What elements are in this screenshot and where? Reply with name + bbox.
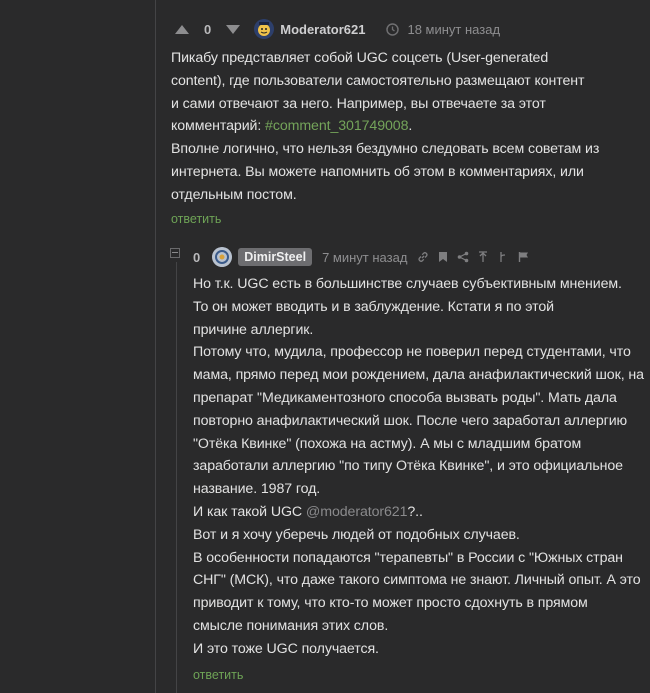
reply-button[interactable]: ответить xyxy=(193,668,243,682)
comment-line: интернета. Вы можете напомнить об этом в… xyxy=(171,163,584,180)
comment-line: То он может вводить и в заблуждение. Кст… xyxy=(193,298,554,315)
vote-down-button[interactable] xyxy=(222,18,244,40)
comment-rating: 0 xyxy=(193,249,201,265)
comment-author[interactable]: Moderator621 xyxy=(280,22,365,37)
comment-line: Пикабу представляет собой UGC соцсеть (U… xyxy=(171,50,549,66)
comment-rating: 0 xyxy=(204,21,212,37)
avatar[interactable] xyxy=(212,247,233,267)
comment-header: 0 Moderator621 18 минут назад xyxy=(171,17,500,41)
comment-line: Вполне логично, что нельзя бездумно след… xyxy=(171,141,600,158)
comment-time[interactable]: 7 минут назад xyxy=(322,250,407,265)
comment-line: комментарий: xyxy=(171,118,266,135)
comment-line-with-mention: И как такой UGC @moderator621?.. xyxy=(193,501,643,524)
arrow-up-icon xyxy=(175,24,189,34)
user-avatar-icon xyxy=(212,247,233,267)
punctuation: ?.. xyxy=(407,503,423,520)
bookmark-icon[interactable] xyxy=(436,250,450,264)
comment-line: "Отёка Квинке" (похожа на астму). А мы с… xyxy=(193,435,582,452)
comment-line: и сами отвечают за него. Например, вы от… xyxy=(171,95,546,112)
comment-line: content), где пользователи самостоятельн… xyxy=(171,72,585,89)
comment-line: Но т.к. UGC есть в большинстве случаев с… xyxy=(193,276,622,292)
comment-line: СНГ" (МСК), что даже такого симптома не … xyxy=(193,572,641,589)
comment-line: препарат "Медикаментозного способа вызва… xyxy=(193,389,617,406)
comment-body: Пикабу представляет собой UGC соцсеть (U… xyxy=(171,47,621,207)
comment-line: отдельным постом. xyxy=(171,186,297,203)
pin-icon[interactable] xyxy=(476,250,490,264)
comment-line: повторно анафилактический шок. После чег… xyxy=(193,412,628,429)
comment-author-badge[interactable]: DimirSteel xyxy=(238,248,313,266)
collapse-thread-button[interactable] xyxy=(170,248,180,258)
comment-line: Потому что, мудила, профессор не поверил… xyxy=(193,344,631,361)
comment-line: мама, прямо перед мои рождением, дала ан… xyxy=(193,367,644,384)
user-mention-link[interactable]: @moderator621 xyxy=(306,504,408,520)
comment-header: 0 DimirSteel 7 минут назад xyxy=(193,246,530,268)
comment-line-with-link: комментарий: #comment_301749008. xyxy=(171,115,621,138)
moderator-avatar-icon xyxy=(254,19,275,39)
comment-line: Вот и я хочу уберечь людей от подобных с… xyxy=(193,526,520,543)
branch-icon[interactable] xyxy=(496,250,510,264)
comment-line: приводит к тому, что кто-то может просто… xyxy=(193,595,588,612)
reply-button[interactable]: ответить xyxy=(171,212,221,226)
comment-line: В особенности попадаются "терапевты" в Р… xyxy=(193,549,623,566)
comment-line: смысле понимания этих слов. xyxy=(193,617,389,634)
flag-icon[interactable] xyxy=(516,250,530,264)
arrow-down-icon xyxy=(226,24,241,34)
avatar[interactable] xyxy=(254,19,275,39)
comment-line: заработали аллергию "по типу Отёка Квинк… xyxy=(193,458,623,475)
punctuation: . xyxy=(408,118,413,135)
thread-line-inner xyxy=(176,262,177,693)
comment-body: Но т.к. UGC есть в большинстве случаев с… xyxy=(193,273,644,661)
comment-line: название. 1987 год. xyxy=(193,481,321,498)
share-icon[interactable] xyxy=(456,250,470,264)
thread-line-outer xyxy=(155,0,156,693)
comment-line: И это тоже UGC получается. xyxy=(193,640,379,657)
comment-line: И как такой UGC xyxy=(193,503,306,520)
comment-line: причине аллергик. xyxy=(193,321,314,338)
clock-icon xyxy=(385,22,399,36)
comment-anchor-link[interactable]: #comment_301749008 xyxy=(265,118,408,134)
comment-time[interactable]: 18 минут назад xyxy=(407,22,500,37)
vote-up-button[interactable] xyxy=(171,18,193,40)
link-icon[interactable] xyxy=(416,250,430,264)
